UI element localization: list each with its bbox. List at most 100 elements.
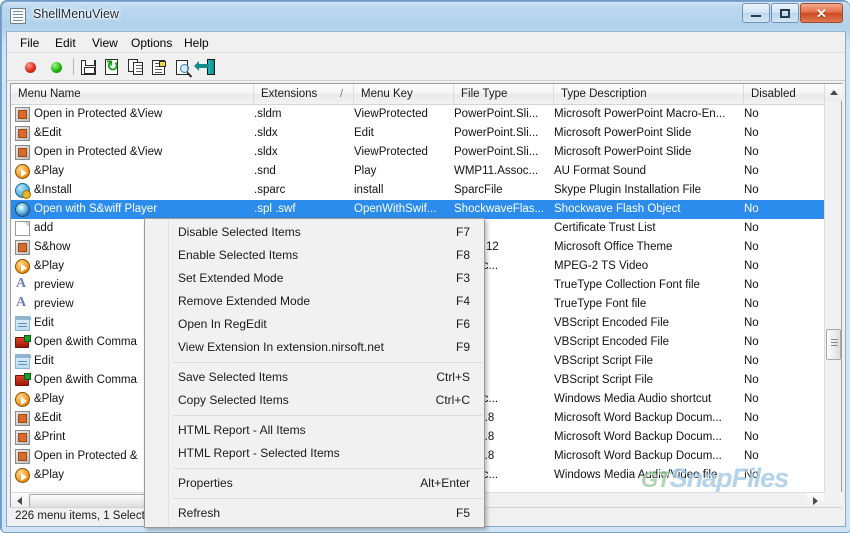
chevron-left-icon: [17, 497, 22, 505]
cell-file-type: PowerPoint.Sli...: [454, 108, 539, 120]
context-menu-item-label: Properties: [178, 476, 233, 490]
vertical-scrollbar[interactable]: [824, 84, 842, 509]
cell-disabled: No: [744, 241, 759, 253]
context-menu-separator: [173, 468, 482, 469]
context-menu-item[interactable]: Open In RegEdit F6: [145, 313, 484, 336]
context-menu-separator: [173, 498, 482, 499]
application-window: ShellMenuView ✕ File Edit View Options H…: [0, 0, 850, 533]
cell-disabled: No: [744, 317, 759, 329]
cell-type-description: Certificate Trust List: [554, 222, 656, 234]
scroll-up-button[interactable]: [825, 84, 842, 101]
properties-button[interactable]: [150, 57, 170, 77]
cell-menu-name: Open in Protected &View: [34, 146, 163, 158]
media-play-icon: [15, 392, 30, 407]
refresh-button[interactable]: [102, 57, 122, 77]
context-menu-item[interactable]: HTML Report - Selected Items: [145, 442, 484, 465]
maximize-button[interactable]: [771, 3, 799, 23]
listview-header: Menu Name Extensions / Menu Key File Type…: [11, 84, 841, 105]
context-menu[interactable]: Disable Selected Items F7 Enable Selected …: [144, 218, 485, 528]
table-row[interactable]: Open in Protected &View .sldx ViewProtecte…: [11, 143, 824, 162]
column-header-file-type[interactable]: File Type: [454, 84, 554, 104]
menubar-item-options[interactable]: Options: [124, 35, 179, 51]
cell-disabled: No: [744, 222, 759, 234]
copy-selected-items-button[interactable]: [126, 57, 146, 77]
title-bar[interactable]: ShellMenuView ✕: [1, 1, 849, 31]
cell-file-type: SparcFile: [454, 184, 503, 196]
document-list-icon: [10, 8, 26, 24]
menubar-item-edit[interactable]: Edit: [48, 35, 83, 51]
context-menu-item[interactable]: Remove Extended Mode F4: [145, 290, 484, 313]
skype-plugin-icon: [15, 183, 31, 199]
context-menu-item[interactable]: Refresh F5: [145, 502, 484, 525]
sort-indicator: /: [339, 88, 343, 100]
chevron-up-icon: [830, 90, 838, 95]
copy-pages-icon-front: [133, 62, 143, 75]
table-row[interactable]: Open with S&wiff Player .spl .swf OpenWith…: [11, 200, 824, 219]
find-button[interactable]: [174, 57, 194, 78]
vertical-scrollbar-thumb[interactable]: [826, 329, 841, 360]
disable-selected-items-button[interactable]: [21, 57, 41, 77]
context-menu-item[interactable]: Save Selected Items Ctrl+S: [145, 366, 484, 389]
toolbar-separator: [73, 58, 74, 75]
context-menu-item-label: Set Extended Mode: [178, 271, 284, 285]
context-menu-separator: [173, 415, 482, 416]
context-menu-item[interactable]: Set Extended Mode F3: [145, 267, 484, 290]
green-led-icon: [51, 62, 62, 73]
column-header-menu-key[interactable]: Menu Key: [354, 84, 454, 104]
column-header-extensions[interactable]: Extensions /: [254, 84, 354, 104]
powerpoint-file-icon: [15, 145, 30, 160]
close-button[interactable]: ✕: [800, 3, 843, 23]
menubar-item-file[interactable]: File: [13, 35, 46, 51]
context-menu-item[interactable]: View Extension In extension.nirsoft.net F…: [145, 336, 484, 359]
cell-disabled: No: [744, 203, 759, 215]
cell-disabled: No: [744, 450, 759, 462]
cell-menu-key: Edit: [354, 127, 374, 139]
properties-page-icon: [152, 60, 166, 75]
column-header-menu-name[interactable]: Menu Name: [11, 84, 254, 104]
table-row[interactable]: &Install .sparc install SparcFile Skype Plug…: [11, 181, 824, 200]
context-menu-item-label: Remove Extended Mode: [178, 294, 311, 308]
minimize-button[interactable]: [742, 3, 770, 23]
menubar-item-view[interactable]: View: [85, 35, 125, 51]
exit-button[interactable]: [194, 57, 218, 77]
red-led-icon: [25, 62, 36, 73]
context-menu-item[interactable]: Disable Selected Items F7: [145, 221, 484, 244]
media-play-icon: [15, 259, 30, 274]
powerpoint-file-icon: [15, 430, 30, 445]
table-row[interactable]: &Play .snd Play WMP11.Assoc... AU Format Sou…: [11, 162, 824, 181]
context-menu-item[interactable]: Copy Selected Items Ctrl+C: [145, 389, 484, 412]
cell-type-description: VBScript Encoded File: [554, 317, 670, 329]
cell-type-description: VBScript Script File: [554, 355, 654, 367]
context-menu-item-shortcut: F4: [455, 294, 470, 308]
cell-extensions: .sldx: [254, 146, 278, 158]
command-prompt-icon: [15, 373, 31, 388]
window-title: ShellMenuView: [33, 7, 119, 21]
table-row[interactable]: Open in Protected &View .sldm ViewProtecte…: [11, 105, 824, 124]
context-menu-item-label: Open In RegEdit: [178, 317, 267, 331]
cell-menu-name: Open with S&wiff Player: [34, 203, 158, 215]
table-row[interactable]: &Edit .sldx Edit PowerPoint.Sli... Microsoft…: [11, 124, 824, 143]
context-menu-item[interactable]: Properties Alt+Enter: [145, 472, 484, 495]
cell-disabled: No: [744, 298, 759, 310]
cell-disabled: No: [744, 336, 759, 348]
menubar-item-help[interactable]: Help: [177, 35, 216, 51]
cell-file-type: ShockwaveFlas...: [454, 203, 545, 215]
cell-type-description: Microsoft Word Backup Docum...: [554, 450, 722, 462]
cell-disabled: No: [744, 393, 759, 405]
enable-selected-items-button[interactable]: [47, 57, 67, 77]
cell-type-description: Windows Media Audio/Video file: [554, 469, 718, 481]
context-menu-item[interactable]: HTML Report - All Items: [145, 419, 484, 442]
context-menu-item[interactable]: Enable Selected Items F8: [145, 244, 484, 267]
menu-bar: File Edit View Options Help: [7, 32, 845, 53]
cell-disabled: No: [744, 431, 759, 443]
context-menu-separator: [173, 362, 482, 363]
context-menu-item-label: HTML Report - All Items: [178, 423, 306, 437]
cell-file-type: PowerPoint.Sli...: [454, 127, 539, 139]
context-menu-item-shortcut: F8: [455, 248, 470, 262]
column-header-type-description[interactable]: Type Description: [554, 84, 744, 104]
cell-menu-name: &Install: [34, 184, 72, 196]
cell-disabled: No: [744, 279, 759, 291]
exit-arrow-icon: [194, 61, 209, 71]
cell-menu-key: ViewProtected: [354, 108, 428, 120]
save-selected-items-button[interactable]: [79, 57, 99, 77]
